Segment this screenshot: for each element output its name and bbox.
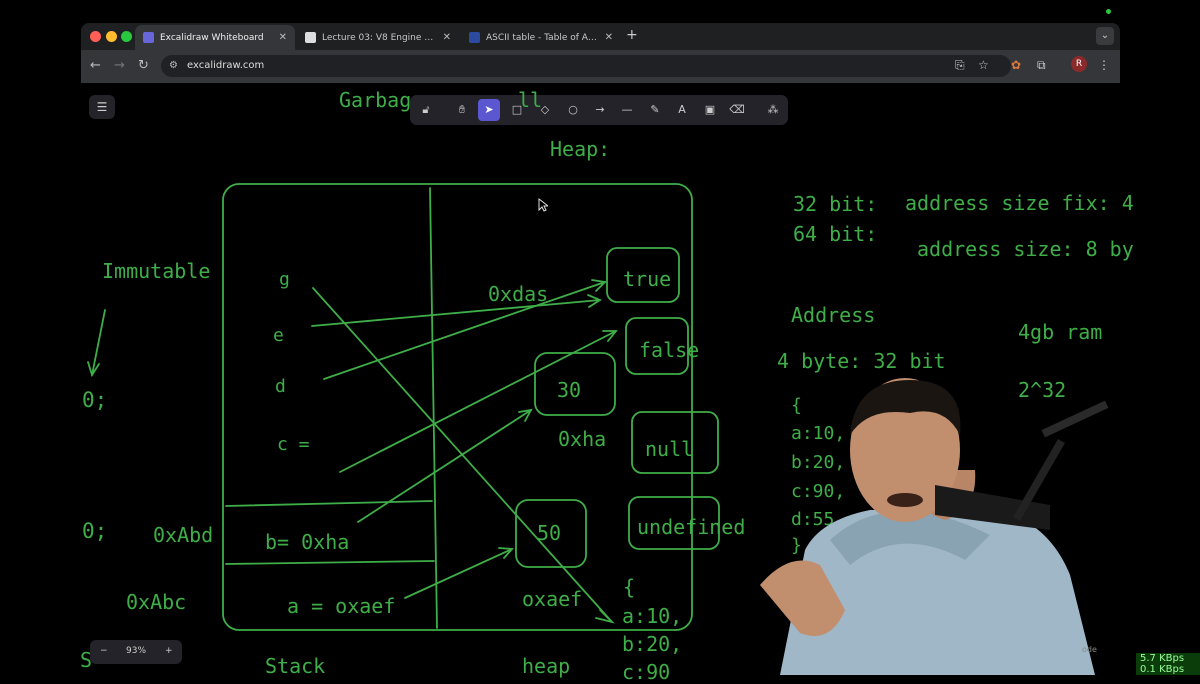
immutable-label: Immutable (102, 259, 211, 283)
stack-row-divider-2 (225, 560, 435, 565)
value-null: null (645, 437, 694, 461)
presenter-webcam (760, 378, 1109, 675)
upload-speed: 0.1 KBps (1140, 664, 1185, 675)
object-open-brace: { (623, 575, 636, 599)
byte-32-label: 4 byte: 32 bit (777, 349, 946, 373)
bit-32-label: 32 bit: (793, 192, 878, 216)
var-a: a = oxaef (287, 594, 396, 618)
download-speed: 5.7 KBps (1140, 653, 1185, 664)
arrow-a (404, 548, 513, 599)
arrowhead-b (518, 408, 533, 422)
value-30: 30 (557, 378, 582, 402)
mode-indicator-text: ode (1082, 645, 1097, 654)
var-g: g (279, 269, 290, 290)
arrow-e (311, 299, 601, 327)
arrow-d (323, 281, 606, 380)
var-d: d (275, 376, 286, 397)
arrowhead-a (498, 547, 514, 559)
object-a: a:10, (622, 604, 683, 628)
heap-label: heap (522, 654, 571, 678)
address-oxaef: oxaef (522, 587, 583, 611)
var-c: c = (277, 434, 310, 455)
stack-row-divider-1 (225, 500, 433, 507)
object-c: c:90 (622, 660, 671, 684)
heap-heading: Heap: (550, 137, 611, 161)
ram-label: 4gb ram (1018, 320, 1103, 344)
left-text-s: S (80, 648, 93, 672)
stack-heap-divider (429, 187, 438, 629)
bit-64-label: 64 bit: (793, 222, 878, 246)
garbage-title: Garbag (339, 88, 412, 112)
address-oxha: 0xha (558, 427, 607, 451)
var-e: e (273, 325, 284, 346)
garbage-title-suffix: ll (518, 88, 543, 112)
address-abc: 0xAbc (126, 590, 187, 614)
var-b: b= 0xha (265, 530, 350, 554)
left-text-1: 0; (82, 388, 108, 412)
arrow-b (357, 409, 532, 523)
value-undefined: undefined (637, 515, 746, 539)
address-heading: Address (791, 303, 876, 327)
mouse-cursor-icon (538, 198, 548, 212)
left-text-2: 0; (82, 519, 108, 543)
address-size-fix: address size fix: 4 (905, 191, 1134, 215)
network-speed-widget: 5.7 KBps 0.1 KBps (1136, 653, 1200, 675)
value-false: false (639, 338, 700, 362)
address-size-8: address size: 8 by (917, 237, 1134, 261)
value-50: 50 (537, 521, 562, 545)
object-b: b:20, (622, 632, 683, 656)
address-abd: 0xAbd (153, 523, 214, 547)
address-oxdas: 0xdas (488, 282, 549, 306)
stack-label: Stack (265, 654, 326, 678)
value-true: true (623, 267, 672, 291)
recording-indicator-icon (1106, 9, 1111, 14)
